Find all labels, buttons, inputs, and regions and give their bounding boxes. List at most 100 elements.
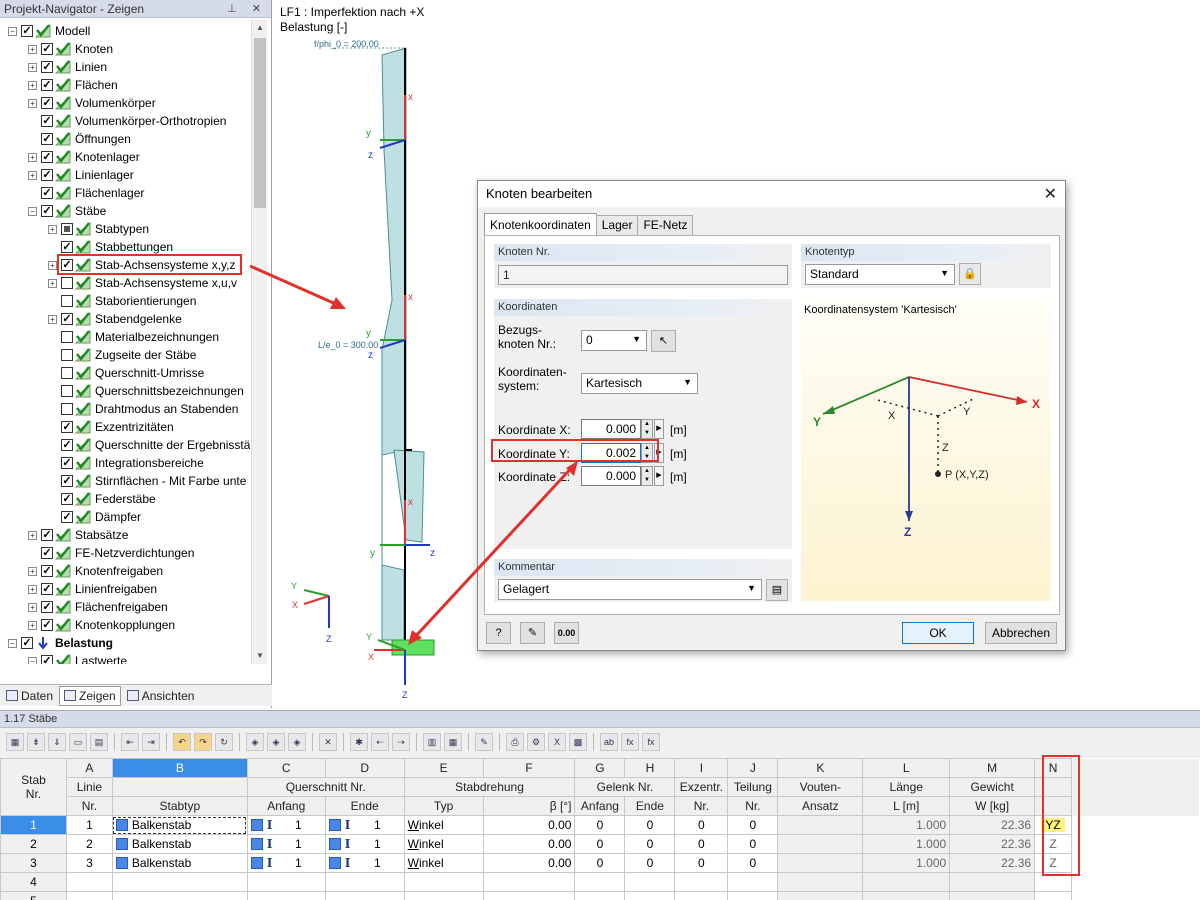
collapse-icon[interactable]: −: [28, 206, 37, 216]
cell-teilung[interactable]: 0: [727, 853, 779, 873]
checkbox[interactable]: ✓: [41, 619, 53, 631]
cell-stabtyp[interactable]: Balkenstab: [111, 853, 248, 873]
collapse-icon[interactable]: −: [8, 26, 17, 36]
cell-gewicht[interactable]: 22.36: [949, 815, 1036, 835]
tree-item[interactable]: + Stab-Achsensysteme x,u,v: [48, 274, 237, 292]
pick-node-icon[interactable]: ↖: [651, 330, 676, 352]
checkbox[interactable]: ✓: [61, 457, 73, 469]
row-number[interactable]: 2: [0, 834, 67, 854]
bezug-knoten-dropdown[interactable]: 0 ▼: [581, 330, 647, 351]
checkbox[interactable]: ✓: [41, 151, 53, 163]
delete-row-icon[interactable]: ▭: [69, 733, 87, 751]
checkbox[interactable]: ✓: [41, 43, 53, 55]
checkbox[interactable]: ✓: [41, 529, 53, 541]
close-icon[interactable]: ✕: [1044, 184, 1057, 204]
cell-gelenk-anfang[interactable]: 0: [574, 834, 626, 854]
cell-gewicht[interactable]: 22.36: [949, 834, 1036, 854]
kommentar-dropdown[interactable]: Gelagert ▼: [498, 579, 762, 600]
empty-cell[interactable]: [624, 891, 676, 900]
scroll-thumb[interactable]: [254, 38, 266, 208]
cell-typ[interactable]: Winkel: [403, 815, 484, 835]
tree-item[interactable]: ✓ Querschnitte der Ergebnisstä: [48, 436, 250, 454]
tree-item[interactable]: + ✓ Volumenkörper: [28, 94, 156, 112]
x-more-icon[interactable]: ▶: [654, 419, 664, 439]
navigator-controls[interactable]: ⊥ ✕: [227, 2, 267, 15]
undo-icon[interactable]: ↶: [173, 733, 191, 751]
cell-qs-anfang[interactable]: I1: [246, 815, 326, 835]
table-row[interactable]: 2 2 Balkenstab I 1 I 1 Winkel 0.00 0 0 0 0 1.000 22.36…: [0, 834, 1200, 854]
empty-cell[interactable]: [403, 872, 484, 892]
excel-icon[interactable]: ▦: [6, 733, 24, 751]
grid-icon[interactable]: ▦: [444, 733, 462, 751]
cell-gelenk-ende[interactable]: 0: [624, 834, 676, 854]
col-header-g[interactable]: G: [574, 758, 626, 778]
table-row[interactable]: 5: [0, 891, 1200, 900]
checkbox[interactable]: ✓: [41, 97, 53, 109]
cell-qs-ende[interactable]: I1: [324, 853, 405, 873]
empty-cell[interactable]: [574, 891, 626, 900]
cell-linie[interactable]: 3: [65, 853, 113, 873]
tab-fe-netz[interactable]: FE-Netz: [637, 215, 694, 235]
expand-icon[interactable]: +: [28, 602, 37, 612]
expand-icon[interactable]: +: [28, 584, 37, 594]
tree-item[interactable]: Materialbezeichnungen: [48, 328, 219, 346]
empty-cell[interactable]: [111, 872, 248, 892]
cell-typ[interactable]: Winkel: [403, 834, 484, 854]
cell-exzentr[interactable]: 0: [674, 834, 729, 854]
checkbox[interactable]: ✓: [21, 637, 33, 649]
checkbox[interactable]: ✓: [41, 583, 53, 595]
tree-item[interactable]: + ✓ Knotenkopplungen: [28, 616, 175, 634]
filter2-icon[interactable]: ◈: [267, 733, 285, 751]
export-excel-icon[interactable]: X: [548, 733, 566, 751]
cell-typ[interactable]: Winkel: [403, 853, 484, 873]
tree-item[interactable]: + ✓ Knotenlager: [28, 148, 140, 166]
row-number[interactable]: 5: [0, 891, 67, 900]
scroll-down-icon[interactable]: ▼: [252, 648, 268, 664]
cell-vouten[interactable]: [777, 815, 864, 835]
checkbox[interactable]: ✓: [61, 475, 73, 487]
tab-knotenkoordinaten[interactable]: Knotenkoordinaten: [484, 213, 597, 235]
row-number[interactable]: 4: [0, 872, 67, 892]
checkbox[interactable]: ✓: [41, 601, 53, 613]
cell-vouten[interactable]: [777, 853, 864, 873]
checkbox[interactable]: ✓: [41, 115, 53, 127]
col-header-a[interactable]: A: [65, 758, 113, 778]
checkbox[interactable]: [61, 223, 73, 235]
collapse-icon[interactable]: −: [28, 656, 37, 664]
tree-item[interactable]: ✓ Öffnungen: [28, 130, 131, 148]
tree-item[interactable]: Staborientierungen: [48, 292, 196, 310]
expand-icon[interactable]: +: [28, 170, 37, 180]
empty-cell[interactable]: [674, 872, 729, 892]
ok-button[interactable]: OK: [902, 622, 974, 644]
empty-cell[interactable]: [324, 872, 405, 892]
cell-exzentr[interactable]: 0: [674, 853, 729, 873]
tree-item[interactable]: ✓ Flächenlager: [28, 184, 144, 202]
empty-cell[interactable]: [246, 872, 326, 892]
col-header-m[interactable]: M: [949, 758, 1036, 778]
knotentyp-dropdown[interactable]: Standard ▼: [805, 264, 955, 285]
tree-item[interactable]: + ✓ Flächenfreigaben: [28, 598, 168, 616]
delete-icon[interactable]: ✕: [319, 733, 337, 751]
collapse-icon[interactable]: −: [8, 638, 17, 648]
checkbox[interactable]: ✓: [41, 205, 53, 217]
expand-icon[interactable]: +: [28, 152, 37, 162]
col-header-j[interactable]: J: [727, 758, 779, 778]
checkbox[interactable]: ✓: [41, 79, 53, 91]
row-number[interactable]: 3: [0, 853, 67, 873]
checkbox[interactable]: ✓: [41, 61, 53, 73]
tab-lager[interactable]: Lager: [595, 215, 639, 235]
cell-beta[interactable]: 0.00: [482, 815, 576, 835]
tab-zeigen[interactable]: Zeigen: [59, 685, 121, 706]
checkbox[interactable]: [61, 367, 73, 379]
expand-icon[interactable]: +: [28, 80, 37, 90]
empty-cell[interactable]: [1034, 891, 1073, 900]
empty-cell[interactable]: [65, 891, 113, 900]
checkbox[interactable]: ✓: [21, 25, 33, 37]
empty-cell[interactable]: [482, 872, 576, 892]
insert-below-icon[interactable]: ⇓: [48, 733, 66, 751]
x-spinner-icon[interactable]: ▲ ▼: [641, 419, 653, 439]
move-right-icon[interactable]: ⇥: [142, 733, 160, 751]
expand-icon[interactable]: +: [28, 620, 37, 630]
expand-icon[interactable]: +: [28, 62, 37, 72]
koordinate-x-input[interactable]: 0.000: [581, 419, 641, 439]
